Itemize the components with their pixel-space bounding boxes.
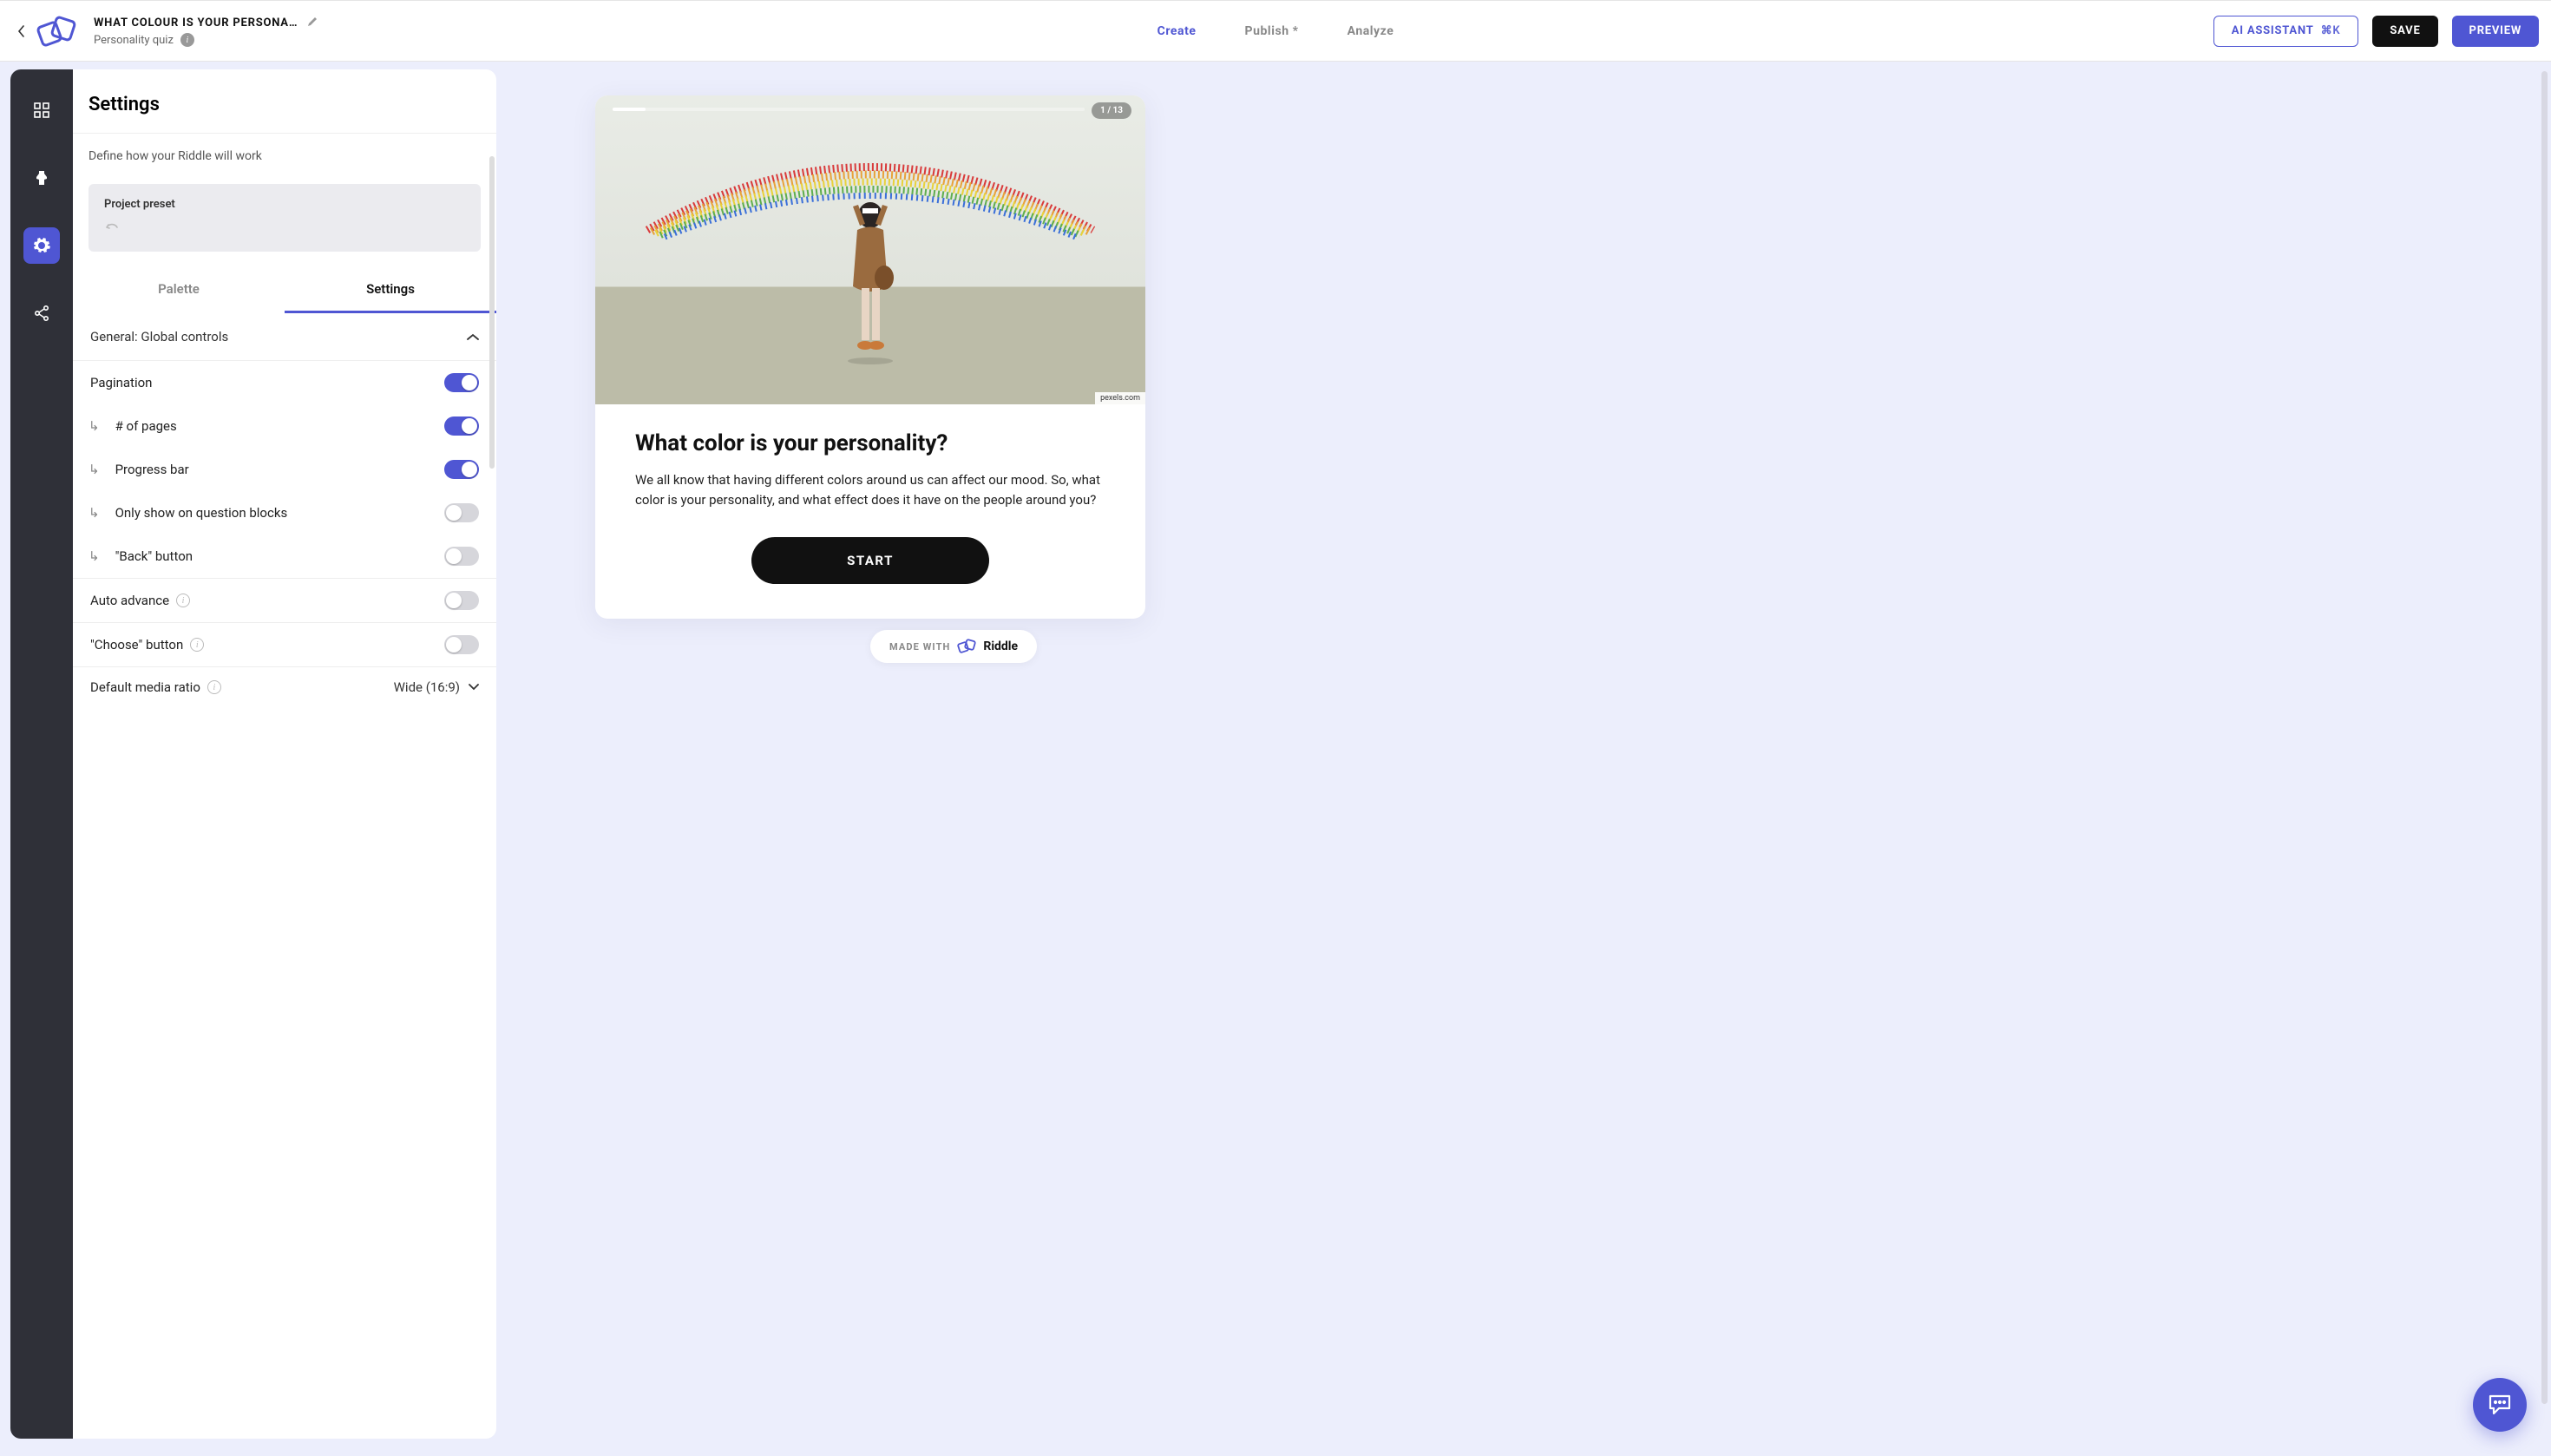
project-title: WHAT COLOUR IS YOUR PERSONA… <box>94 16 298 30</box>
nav-design-icon[interactable] <box>23 160 60 196</box>
project-subtitle: Personality quiz <box>94 34 174 47</box>
chat-icon <box>2487 1393 2513 1417</box>
undo-icon <box>104 220 465 236</box>
chevron-down-icon <box>469 684 479 691</box>
info-icon[interactable]: i <box>180 33 194 47</box>
row-choose-button: "Choose" buttoni <box>73 623 496 667</box>
tab-analyze[interactable]: Analyze <box>1348 24 1394 38</box>
nav-blocks-icon[interactable] <box>23 92 60 128</box>
settings-panel: Settings Define how your Riddle will wor… <box>73 69 496 1439</box>
panel-heading: Settings <box>73 69 496 133</box>
info-icon[interactable]: i <box>190 638 204 652</box>
edit-title-icon[interactable] <box>306 15 318 31</box>
back-button[interactable] <box>12 25 30 37</box>
tab-publish[interactable]: Publish * <box>1245 24 1299 38</box>
preview-title: What color is your personality? <box>635 430 1105 456</box>
progress-bar-track <box>613 108 1085 111</box>
side-nav <box>10 69 73 1439</box>
tab-create[interactable]: Create <box>1157 24 1197 38</box>
image-credit: pexels.com <box>1095 392 1145 404</box>
page-counter: 1 / 13 <box>1092 102 1131 119</box>
chevron-up-icon <box>467 329 479 344</box>
panel-scrollbar[interactable] <box>489 156 495 469</box>
subtab-settings[interactable]: Settings <box>285 267 496 313</box>
ai-assistant-button[interactable]: AI ASSISTANT⌘K <box>2213 16 2359 47</box>
main-tabs: Create Publish * Analyze <box>1157 24 1394 38</box>
start-button[interactable]: START <box>751 537 989 584</box>
nav-settings-icon[interactable] <box>23 227 60 264</box>
row-media-ratio: Default media ratioi Wide (16:9) <box>73 667 496 707</box>
preview-description: We all know that having different colors… <box>635 470 1105 511</box>
row-only-question-blocks: Only show on question blocks <box>73 491 496 535</box>
toggle-only-question[interactable] <box>444 503 479 522</box>
toggle-pagination[interactable] <box>444 373 479 392</box>
riddle-logo-icon <box>957 639 976 654</box>
made-with-badge[interactable]: MADE WITH Riddle <box>870 630 1037 663</box>
top-bar: WHAT COLOUR IS YOUR PERSONA… Personality… <box>0 0 2551 62</box>
row-progress-bar: Progress bar <box>73 448 496 491</box>
left-workspace: Settings Define how your Riddle will wor… <box>10 69 496 1439</box>
subtab-palette[interactable]: Palette <box>73 267 285 313</box>
row-num-pages: # of pages <box>73 404 496 448</box>
preview-button[interactable]: PREVIEW <box>2452 16 2539 47</box>
title-block: WHAT COLOUR IS YOUR PERSONA… Personality… <box>94 15 318 47</box>
save-button[interactable]: SAVE <box>2372 16 2437 47</box>
project-preset-box[interactable]: Project preset <box>89 184 481 252</box>
logo-icon[interactable] <box>33 14 80 49</box>
toggle-choose-button[interactable] <box>444 635 479 654</box>
chat-fab[interactable] <box>2473 1378 2527 1432</box>
panel-subheading: Define how your Riddle will work <box>73 134 496 179</box>
person-figure <box>836 200 905 364</box>
info-icon[interactable]: i <box>207 680 221 694</box>
info-icon[interactable]: i <box>176 594 190 607</box>
row-auto-advance: Auto advancei <box>73 579 496 623</box>
accordion-general[interactable]: General: Global controls <box>73 313 496 361</box>
page-scrollbar[interactable] <box>2541 71 2548 1404</box>
nav-share-icon[interactable] <box>23 295 60 331</box>
toggle-back-button[interactable] <box>444 547 479 566</box>
media-ratio-select[interactable]: Wide (16:9) <box>394 679 479 695</box>
sub-tabs: Palette Settings <box>73 267 496 313</box>
preview-card: 1 / 13 <box>595 95 1145 619</box>
preview-image: 1 / 13 <box>595 95 1145 404</box>
toggle-num-pages[interactable] <box>444 416 479 436</box>
row-back-button: "Back" button <box>73 535 496 579</box>
toggle-progress-bar[interactable] <box>444 460 479 479</box>
progress-bar-fill <box>613 108 646 111</box>
row-pagination: Pagination <box>73 361 496 404</box>
toggle-auto-advance[interactable] <box>444 591 479 610</box>
